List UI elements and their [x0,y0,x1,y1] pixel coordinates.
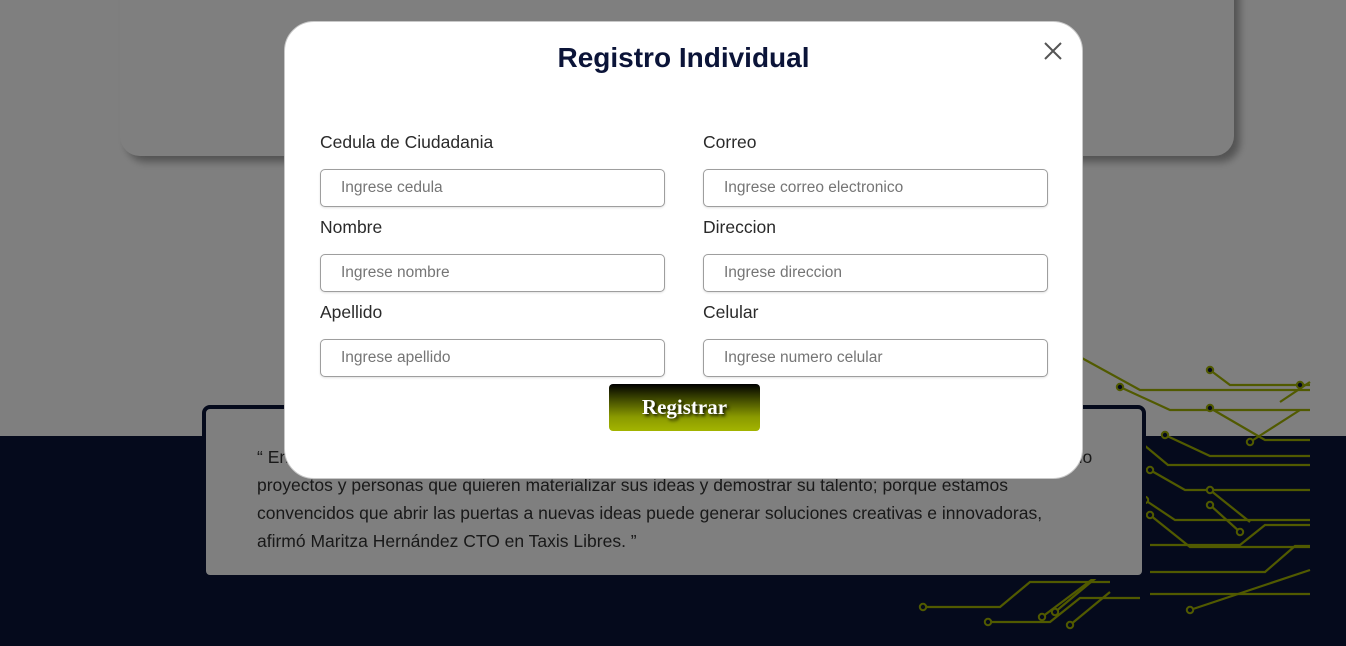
celular-label: Celular [703,302,759,322]
correo-label: Correo [703,132,757,152]
close-icon [1044,42,1062,60]
registration-modal: Registro Individual Cedula de Ciudadania… [284,21,1083,479]
modal-title: Registro Individual [557,42,810,73]
cedula-label: Cedula de Ciudadania [320,132,494,152]
nombre-label: Nombre [320,217,383,237]
direccion-input[interactable] [703,254,1048,292]
apellido-field-group: Apellido [320,301,665,377]
correo-input[interactable] [703,169,1048,207]
celular-field-group: Celular [703,301,1048,377]
direccion-field-group: Direccion [703,216,1048,292]
cedula-field-group: Cedula de Ciudadania [320,131,665,207]
register-button[interactable]: Registrar [609,384,760,431]
apellido-input[interactable] [320,339,665,377]
apellido-label: Apellido [320,302,383,322]
direccion-label: Direccion [703,217,776,237]
close-button[interactable] [1040,38,1066,64]
celular-input[interactable] [703,339,1048,377]
cedula-input[interactable] [320,169,665,207]
nombre-input[interactable] [320,254,665,292]
correo-field-group: Correo [703,131,1048,207]
nombre-field-group: Nombre [320,216,665,292]
